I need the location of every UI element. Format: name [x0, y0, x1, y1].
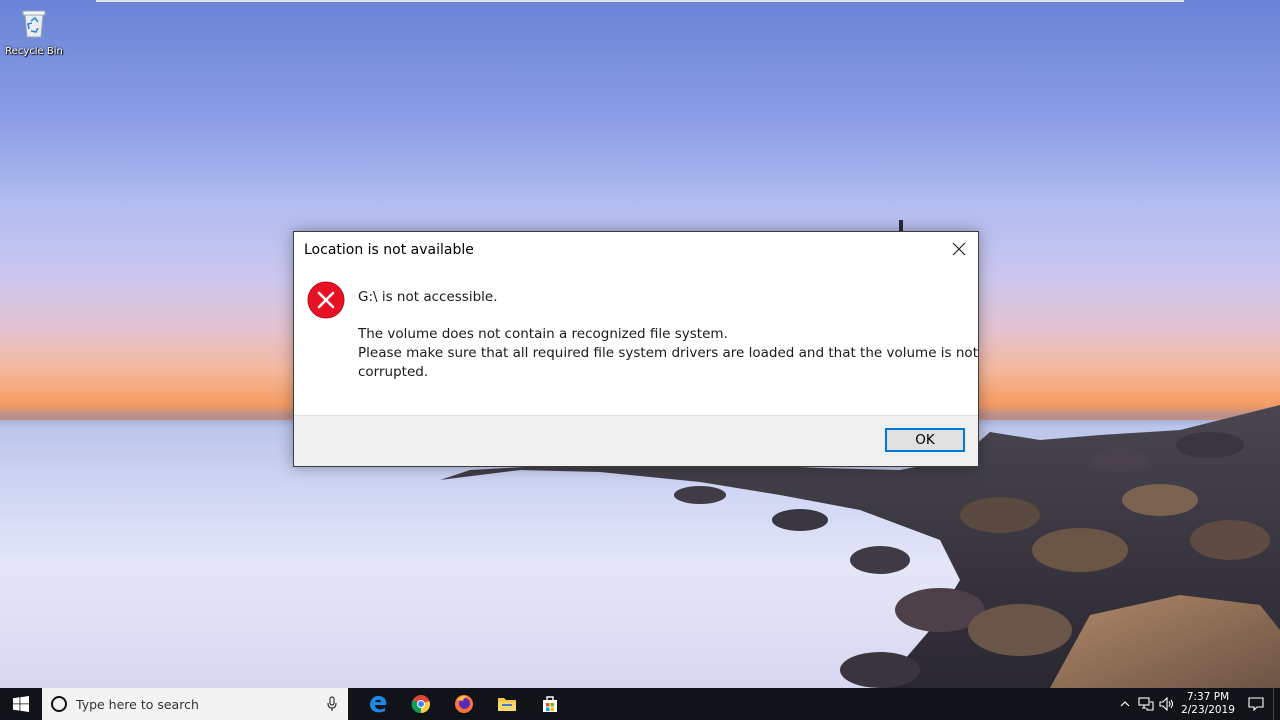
- file-explorer-icon: [497, 698, 516, 711]
- error-dialog: Location is not available G:\ is not acc…: [293, 231, 979, 467]
- firefox-icon: [454, 695, 473, 713]
- taskbar-search-box[interactable]: Type here to search: [42, 688, 348, 720]
- dialog-body-line: Please make sure that all required file …: [358, 345, 978, 361]
- taskbar-app-edge[interactable]: [356, 688, 399, 720]
- taskbar-clock[interactable]: 7:37 PM 2/23/2019: [1177, 691, 1239, 717]
- show-desktop-button[interactable]: [1273, 688, 1280, 720]
- close-icon: [952, 242, 966, 256]
- edge-icon: [369, 695, 386, 713]
- network-icon: [1137, 697, 1154, 711]
- store-icon: [542, 696, 557, 712]
- volume-icon: [1158, 697, 1173, 711]
- taskbar-app-file-explorer[interactable]: [485, 688, 528, 720]
- action-center-button[interactable]: [1239, 688, 1273, 720]
- dialog-body-message: The volume does not contain a recognized…: [358, 325, 978, 382]
- dialog-body-line: corrupted.: [358, 364, 429, 380]
- desktop-icon-label: Recycle Bin: [5, 46, 63, 57]
- taskbar-pinned-apps: [356, 688, 571, 720]
- start-button[interactable]: [0, 688, 42, 720]
- dialog-close-button[interactable]: [940, 232, 978, 266]
- dialog-primary-message: G:\ is not accessible.: [358, 289, 498, 305]
- chevron-up-icon: [1120, 701, 1129, 707]
- taskbar-app-store[interactable]: [528, 688, 571, 720]
- action-center-icon: [1248, 697, 1264, 711]
- clock-date: 2/23/2019: [1181, 704, 1235, 716]
- network-button[interactable]: [1135, 688, 1156, 720]
- volume-button[interactable]: [1156, 688, 1177, 720]
- desktop-icon-recycle-bin[interactable]: Recycle Bin: [4, 6, 64, 57]
- show-hidden-icons-button[interactable]: [1114, 688, 1135, 720]
- dialog-body-line: The volume does not contain a recognized…: [358, 326, 728, 342]
- windows-start-icon: [13, 696, 29, 712]
- microphone-icon[interactable]: [326, 696, 338, 712]
- recycle-bin-icon: [22, 10, 46, 38]
- dialog-title: Location is not available: [304, 242, 474, 258]
- window-edge-line: [96, 0, 1184, 2]
- chrome-icon: [411, 695, 430, 714]
- ok-button[interactable]: OK: [885, 428, 965, 452]
- taskbar: Type here to search 7:37 PM 2/23/2019: [0, 688, 1280, 720]
- taskbar-app-firefox[interactable]: [442, 688, 485, 720]
- cortana-icon: [51, 696, 67, 712]
- error-icon: [307, 281, 345, 319]
- clock-time: 7:37 PM: [1186, 691, 1230, 703]
- search-placeholder: Type here to search: [76, 696, 199, 712]
- dialog-button-bar: OK: [294, 415, 978, 466]
- taskbar-app-chrome[interactable]: [399, 688, 442, 720]
- system-tray: 7:37 PM 2/23/2019: [1114, 688, 1280, 720]
